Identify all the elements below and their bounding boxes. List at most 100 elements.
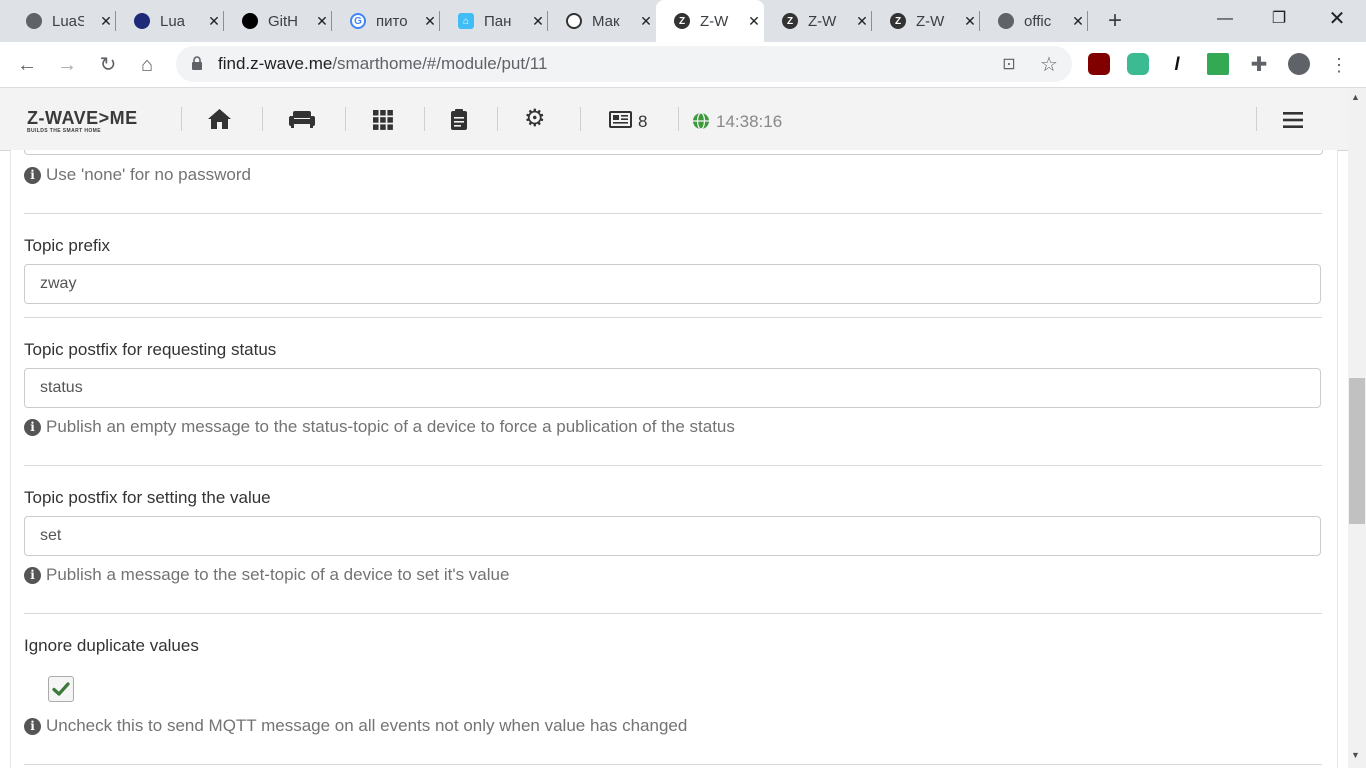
checkmark-icon bbox=[52, 682, 70, 696]
translate-icon[interactable]: ⊡ bbox=[996, 52, 1022, 78]
ublock-extension-icon[interactable] bbox=[1088, 53, 1110, 75]
reload-icon[interactable]: ↻ bbox=[95, 52, 121, 78]
topic-prefix-input[interactable] bbox=[24, 264, 1321, 304]
notifications-count[interactable]: 8 bbox=[638, 112, 647, 132]
browser-tab-strip: LuaS ✕ Lua ✕ GitH ✕ G пито ✕ ⌂ Пан ✕ Мак… bbox=[0, 0, 1366, 42]
forward-arrow-icon[interactable]: → bbox=[54, 52, 80, 78]
tab-title: Z-W bbox=[808, 12, 837, 30]
close-icon[interactable]: ✕ bbox=[530, 13, 546, 30]
zwave-icon: Z bbox=[674, 13, 690, 29]
home-assistant-icon: ⌂ bbox=[458, 13, 474, 29]
tab-title: Пан bbox=[484, 12, 512, 30]
tab-title: GitH bbox=[268, 12, 298, 30]
logo-text: Z-WAVE>ME bbox=[27, 108, 138, 128]
tab-title: Z-W bbox=[700, 12, 729, 30]
browser-tab[interactable]: Lua ✕ bbox=[116, 0, 224, 42]
browser-tab[interactable]: G пито ✕ bbox=[332, 0, 440, 42]
password-help: i Use 'none' for no password bbox=[24, 165, 251, 185]
hamburger-menu-icon[interactable] bbox=[1283, 112, 1303, 128]
globe-online-icon bbox=[693, 112, 709, 130]
close-icon[interactable]: ✕ bbox=[206, 13, 222, 30]
set-postfix-input[interactable] bbox=[24, 516, 1321, 556]
info-icon: i bbox=[24, 717, 41, 735]
globe-icon bbox=[998, 13, 1014, 29]
browser-tab-active[interactable]: Z Z-W ✕ bbox=[656, 0, 764, 42]
zwave-icon: Z bbox=[890, 13, 906, 29]
extension-icon[interactable] bbox=[1127, 53, 1149, 75]
extension-icon[interactable] bbox=[1207, 53, 1229, 75]
info-icon: i bbox=[24, 566, 41, 584]
minimize-button[interactable]: — bbox=[1196, 0, 1254, 38]
logo-tagline: BUILDS THE SMART HOME bbox=[27, 128, 101, 134]
password-input[interactable] bbox=[24, 150, 1323, 155]
tab-title: Мак bbox=[592, 12, 620, 30]
browser-tab[interactable]: Мак ✕ bbox=[548, 0, 656, 42]
maximize-button[interactable]: ❐ bbox=[1250, 0, 1308, 38]
status-postfix-label: Topic postfix for requesting status bbox=[24, 340, 277, 359]
set-postfix-help: i Publish a message to the set-topic of … bbox=[24, 565, 509, 585]
globe-icon bbox=[26, 13, 42, 29]
status-postfix-input[interactable] bbox=[24, 368, 1321, 408]
server-time: 14:38:16 bbox=[716, 112, 783, 131]
extension-icon[interactable]: l bbox=[1166, 53, 1188, 75]
module-settings-form bbox=[10, 150, 1338, 768]
puzzle-extensions-icon[interactable]: ✚ bbox=[1246, 52, 1272, 78]
browser-tab[interactable]: Z Z-W ✕ bbox=[764, 0, 872, 42]
close-icon[interactable]: ✕ bbox=[746, 13, 762, 30]
new-tab-button[interactable]: + bbox=[1102, 6, 1128, 36]
clipboard-icon[interactable] bbox=[451, 109, 467, 130]
topic-prefix-label: Topic prefix bbox=[24, 236, 110, 255]
close-icon[interactable]: ✕ bbox=[98, 13, 114, 30]
ignore-duplicates-checkbox[interactable] bbox=[48, 676, 74, 702]
apps-grid-icon[interactable] bbox=[373, 110, 393, 130]
browser-menu-icon[interactable]: ⋮ bbox=[1326, 52, 1352, 78]
settings-gears-icon[interactable]: ⚙ bbox=[524, 106, 546, 132]
close-icon[interactable]: ✕ bbox=[854, 13, 870, 30]
form-footer-divider bbox=[24, 764, 1322, 769]
tab-title: Lua bbox=[160, 12, 186, 30]
lock-icon[interactable] bbox=[192, 56, 202, 70]
close-icon[interactable]: ✕ bbox=[314, 13, 330, 30]
browser-tab[interactable]: GitH ✕ bbox=[224, 0, 332, 42]
zwave-logo[interactable]: Z-WAVE>ME BUILDS THE SMART HOME bbox=[27, 108, 138, 134]
window-close-button[interactable]: ✕ bbox=[1308, 0, 1366, 38]
back-arrow-icon[interactable]: ← bbox=[14, 52, 40, 78]
url-text[interactable]: find.z-wave.me/smarthome/#/module/put/11 bbox=[218, 54, 547, 74]
url-path: /smarthome/#/module/put/11 bbox=[332, 54, 548, 73]
close-icon[interactable]: ✕ bbox=[1070, 13, 1086, 30]
github-icon bbox=[242, 13, 258, 29]
lua-icon bbox=[134, 13, 150, 29]
owl-icon bbox=[566, 13, 582, 29]
home-icon[interactable]: ⌂ bbox=[134, 52, 160, 78]
tab-title: пито bbox=[376, 12, 408, 30]
app-header bbox=[0, 88, 1348, 151]
info-icon: i bbox=[24, 418, 41, 436]
close-icon[interactable]: ✕ bbox=[422, 13, 438, 30]
help-text: Uncheck this to send MQTT message on all… bbox=[46, 716, 688, 735]
browser-tab[interactable]: LuaS ✕ bbox=[8, 0, 116, 42]
home-icon[interactable] bbox=[207, 108, 232, 130]
scroll-down-arrow-icon[interactable]: ▼ bbox=[1351, 750, 1360, 760]
info-icon: i bbox=[24, 166, 41, 184]
close-icon[interactable]: ✕ bbox=[638, 13, 654, 30]
help-text: Publish a message to the set-topic of a … bbox=[46, 565, 510, 584]
zwave-icon: Z bbox=[782, 13, 798, 29]
scroll-up-arrow-icon[interactable]: ▲ bbox=[1351, 92, 1360, 102]
browser-tab[interactable]: ⌂ Пан ✕ bbox=[440, 0, 548, 42]
help-text: Use 'none' for no password bbox=[46, 165, 251, 184]
set-postfix-label: Topic postfix for setting the value bbox=[24, 488, 271, 507]
ignore-duplicates-help: i Uncheck this to send MQTT message on a… bbox=[24, 716, 687, 736]
scrollbar-thumb[interactable] bbox=[1349, 378, 1365, 524]
star-icon[interactable]: ☆ bbox=[1036, 52, 1062, 78]
sofa-icon[interactable] bbox=[289, 110, 315, 128]
notifications-newspaper-icon[interactable] bbox=[609, 111, 632, 128]
profile-avatar-icon[interactable] bbox=[1288, 53, 1310, 75]
url-host: find.z-wave.me bbox=[218, 54, 333, 73]
google-icon: G bbox=[350, 13, 366, 29]
status-postfix-help: i Publish an empty message to the status… bbox=[24, 417, 735, 437]
ignore-duplicates-label: Ignore duplicate values bbox=[24, 636, 199, 655]
browser-tab[interactable]: Z Z-W ✕ bbox=[872, 0, 980, 42]
close-icon[interactable]: ✕ bbox=[962, 13, 978, 30]
browser-tab[interactable]: offic ✕ bbox=[980, 0, 1088, 42]
tab-title: offic bbox=[1024, 12, 1052, 30]
